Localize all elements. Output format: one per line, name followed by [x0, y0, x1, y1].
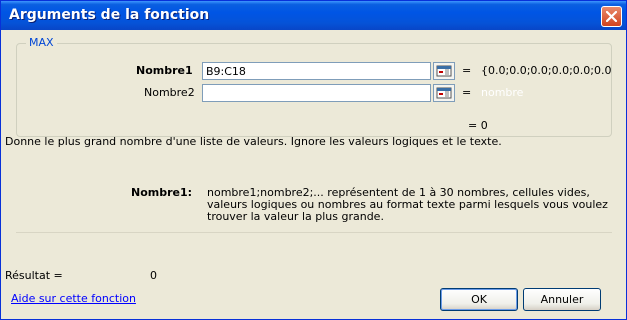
function-description: Donne le plus grand nombre d'une liste d… [5, 135, 502, 148]
arg1-equals: = [462, 64, 472, 77]
result-label: Résultat = [5, 269, 63, 282]
dialog-title: Arguments de la fonction [9, 7, 210, 23]
arg2-result-hint: nombre [481, 86, 524, 99]
dialog-body: MAX Nombre1 B9:C18 = {0.0;0.0;0.0;0.0;0.… [4, 30, 623, 316]
arg1-collapse-button[interactable] [433, 62, 455, 80]
arg2-collapse-button[interactable] [433, 84, 455, 102]
ok-button[interactable]: OK [440, 288, 518, 311]
arg2-equals: = [462, 86, 472, 99]
result-value: 0 [150, 269, 157, 282]
arg1-input[interactable]: B9:C18 [202, 62, 431, 80]
separator [16, 232, 612, 233]
function-name: MAX [26, 36, 57, 49]
close-icon [606, 11, 617, 22]
arg1-label: Nombre1 [136, 64, 193, 77]
arg1-result: {0.0;0.0;0.0;0.0;0.0;0.0 [481, 64, 612, 77]
arg-help-line-3: trouver la valeur la plus grande. [207, 210, 384, 223]
collapse-dialog-icon [436, 65, 452, 77]
cancel-button-label: Annuler [540, 293, 584, 306]
formula-result: = 0 [468, 119, 488, 132]
title-bar[interactable]: Arguments de la fonction [1, 1, 626, 30]
arg-help-label: Nombre1: [131, 186, 193, 199]
collapse-dialog-icon [436, 87, 452, 99]
function-arguments-dialog: Arguments de la fonction MAX Nombre1 B9:… [0, 0, 627, 320]
ok-button-label: OK [471, 293, 487, 306]
cancel-button[interactable]: Annuler [523, 288, 601, 311]
help-link[interactable]: Aide sur cette fonction [11, 292, 136, 305]
close-button[interactable] [601, 6, 622, 27]
arg2-label: Nombre2 [144, 86, 195, 99]
arg2-input[interactable] [202, 84, 431, 102]
